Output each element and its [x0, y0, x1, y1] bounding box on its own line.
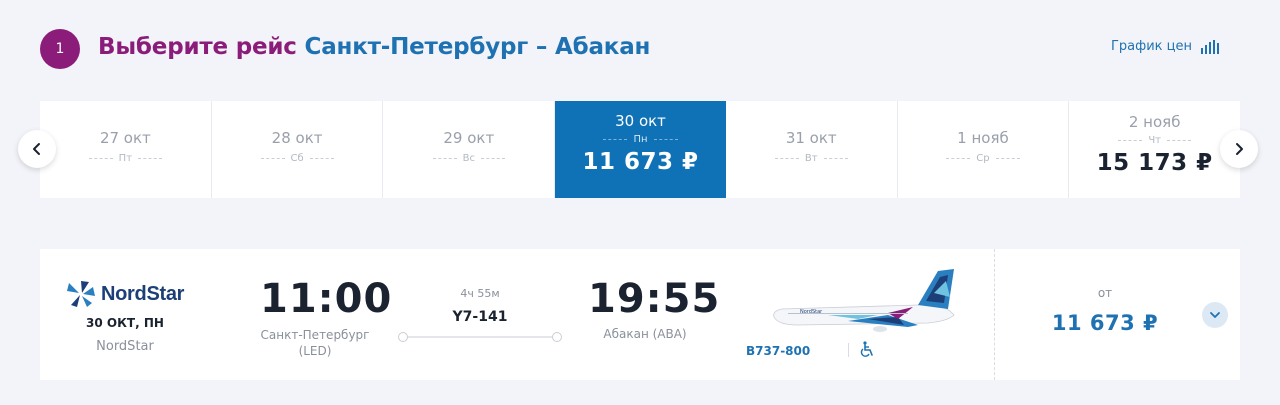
airline-name: NordStar — [96, 339, 154, 354]
title-prefix: Выберите рейс — [98, 34, 297, 60]
flight-price[interactable]: 11 673 ₽ — [1040, 311, 1170, 335]
aircraft-image: NordStar — [773, 269, 955, 332]
date-cell[interactable]: 29 окт Вс — [383, 101, 556, 198]
date-label: 1 нояб — [957, 129, 1009, 147]
title-route: Санкт-Петербург – Абакан — [304, 34, 651, 60]
next-dates-button[interactable] — [1220, 130, 1258, 168]
aircraft-type[interactable]: B737-800 — [746, 344, 810, 358]
departure-city: Санкт-Петербург (LED) — [260, 328, 370, 358]
route-line — [398, 332, 562, 342]
airline-logo: NordStar — [65, 279, 184, 309]
date-cell[interactable]: 27 окт Пт — [40, 101, 212, 198]
date-label: 29 окт — [443, 129, 495, 147]
date-cell[interactable]: 31 окт Вт — [726, 101, 898, 198]
date-selector: 27 окт Пт 28 окт Сб 29 окт Вс 30 окт Пн … — [40, 101, 1240, 198]
chevron-right-icon — [1236, 143, 1243, 155]
flight-duration: 4ч 55м — [460, 287, 500, 300]
prev-dates-button[interactable] — [18, 130, 56, 168]
date-price: 11 673 ₽ — [582, 149, 699, 175]
weekday-label: Ср — [898, 153, 1069, 164]
weekday-label: Вт — [726, 153, 897, 164]
date-label: 28 окт — [271, 129, 323, 147]
date-cell[interactable]: 28 окт Сб — [212, 101, 384, 198]
date-label: 27 окт — [99, 129, 151, 147]
airline-logo-text: NordStar — [101, 282, 185, 305]
wheelchair-icon — [860, 341, 873, 357]
weekday-label: Сб — [212, 153, 383, 164]
date-price: 15 173 ₽ — [1096, 150, 1213, 176]
departure-time: 11:00 — [260, 276, 393, 322]
step-number-badge: 1 — [40, 29, 80, 69]
chevron-down-icon — [1210, 312, 1220, 318]
weekday-label: Пн — [555, 134, 726, 145]
flight-date: 30 ОКТ, ПН — [86, 316, 164, 330]
date-cell[interactable]: 2 нояб Чт 15 173 ₽ — [1069, 101, 1240, 198]
card-divider — [994, 249, 995, 380]
weekday-label: Вс — [383, 153, 554, 164]
date-cell[interactable]: 1 нояб Ср — [898, 101, 1070, 198]
date-cell-selected[interactable]: 30 окт Пн 11 673 ₽ — [555, 101, 726, 198]
flight-number: Y7-141 — [452, 309, 508, 325]
arrival-time: 19:55 — [588, 276, 721, 322]
date-label: 2 нояб — [1128, 113, 1181, 131]
date-label: 30 окт — [615, 112, 666, 130]
nordstar-star-icon — [67, 281, 95, 307]
expand-details-button[interactable] — [1202, 302, 1228, 328]
weekday-label: Пт — [40, 153, 211, 164]
price-chart-link[interactable]: График цен — [1111, 39, 1220, 54]
flight-card[interactable]: NordStar 30 ОКТ, ПН NordStar 11:00 Санкт… — [40, 249, 1240, 380]
arrival-city: Абакан (ABA) — [603, 327, 687, 341]
date-label: 31 окт — [785, 129, 837, 147]
svg-text:NordStar: NordStar — [800, 309, 823, 315]
chevron-left-icon — [33, 143, 40, 155]
price-chart-label: График цен — [1110, 39, 1192, 54]
divider — [848, 343, 849, 357]
weekday-label: Чт — [1069, 135, 1240, 146]
page-title: Выберите рейс Санкт-Петербург – Абакан — [98, 34, 650, 60]
bar-chart-icon — [1201, 39, 1219, 54]
price-prefix: от — [1097, 286, 1113, 300]
